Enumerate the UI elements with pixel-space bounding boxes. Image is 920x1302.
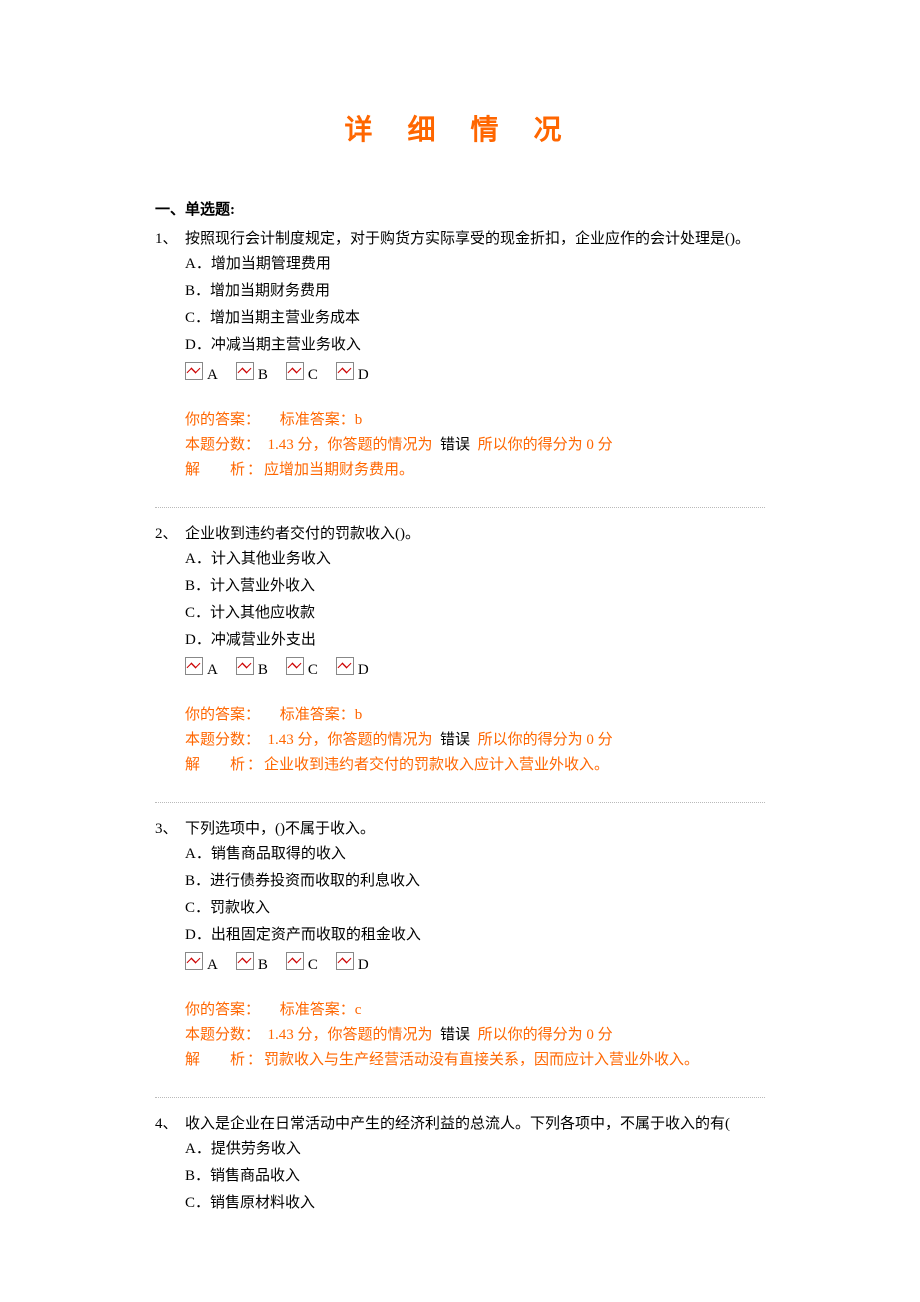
option-b: B．增加当期财务费用 bbox=[185, 279, 765, 300]
choice-c[interactable]: C bbox=[286, 952, 318, 970]
result-value: 错误 bbox=[440, 1027, 470, 1043]
choice-row: A B C D bbox=[185, 362, 765, 380]
points-value: 1.43 bbox=[268, 437, 294, 453]
section-heading: 一、单选题: bbox=[155, 198, 765, 219]
option-a: A．提供劳务收入 bbox=[185, 1137, 765, 1158]
std-answer-label: 标准答案： bbox=[280, 412, 355, 428]
score-prefix-label: 本题分数： bbox=[185, 1027, 260, 1043]
choice-d[interactable]: D bbox=[336, 657, 369, 675]
broken-image-icon bbox=[286, 657, 304, 675]
broken-image-icon bbox=[185, 362, 203, 380]
choice-b[interactable]: B bbox=[236, 952, 268, 970]
std-answer-value: b bbox=[355, 412, 363, 428]
result-value: 错误 bbox=[440, 732, 470, 748]
your-answer-label: 你的答案： bbox=[185, 412, 260, 428]
broken-image-icon bbox=[286, 952, 304, 970]
analysis-text: 企业收到违约者交付的罚款收入应计入营业外收入。 bbox=[264, 757, 609, 773]
option-a: A．增加当期管理费用 bbox=[185, 252, 765, 273]
broken-image-icon bbox=[185, 952, 203, 970]
choice-b[interactable]: B bbox=[236, 657, 268, 675]
choice-a[interactable]: A bbox=[185, 657, 218, 675]
question-3: 3、 下列选项中，()不属于收入。 A．销售商品取得的收入 B．进行债券投资而收… bbox=[155, 817, 765, 1098]
question-1: 1、 按照现行会计制度规定，对于购货方实际享受的现金折扣，企业应作的会计处理是(… bbox=[155, 227, 765, 508]
choice-row: A B C D bbox=[185, 952, 765, 970]
question-number: 1、 bbox=[155, 227, 185, 248]
option-c: C．增加当期主营业务成本 bbox=[185, 306, 765, 327]
option-b: B．计入营业外收入 bbox=[185, 574, 765, 595]
feedback-block: 你的答案： 标准答案：b 本题分数： 1.43 分，你答题的情况为 错误 所以你… bbox=[185, 408, 765, 479]
choice-c[interactable]: C bbox=[286, 657, 318, 675]
analysis-text: 应增加当期财务费用。 bbox=[264, 462, 414, 478]
points-value: 1.43 bbox=[268, 732, 294, 748]
choice-a[interactable]: A bbox=[185, 952, 218, 970]
question-stem: 按照现行会计制度规定，对于购货方实际享受的现金折扣，企业应作的会计处理是()。 bbox=[185, 227, 765, 248]
option-a: A．计入其他业务收入 bbox=[185, 547, 765, 568]
option-c: C．销售原材料收入 bbox=[185, 1191, 765, 1212]
question-4: 4、 收入是企业在日常活动中产生的经济利益的总流人。下列各项中，不属于收入的有(… bbox=[155, 1112, 765, 1218]
std-answer-value: c bbox=[355, 1002, 362, 1018]
points-value: 1.43 bbox=[268, 1027, 294, 1043]
analysis-text: 罚款收入与生产经营活动没有直接关系，因而应计入营业外收入。 bbox=[264, 1052, 699, 1068]
option-d: D．冲减当期主营业务收入 bbox=[185, 333, 765, 354]
option-a: A．销售商品取得的收入 bbox=[185, 842, 765, 863]
option-b: B．进行债券投资而收取的利息收入 bbox=[185, 869, 765, 890]
broken-image-icon bbox=[236, 952, 254, 970]
earned-value: 0 bbox=[586, 732, 594, 748]
analysis-label-part1: 解 bbox=[185, 462, 202, 478]
question-stem: 下列选项中，()不属于收入。 bbox=[185, 817, 765, 838]
option-c: C．罚款收入 bbox=[185, 896, 765, 917]
question-2: 2、 企业收到违约者交付的罚款收入()。 A．计入其他业务收入 B．计入营业外收… bbox=[155, 522, 765, 803]
your-answer-label: 你的答案： bbox=[185, 707, 260, 723]
std-answer-value: b bbox=[355, 707, 363, 723]
result-value: 错误 bbox=[440, 437, 470, 453]
choice-b[interactable]: B bbox=[236, 362, 268, 380]
analysis-label-part2: 析： bbox=[230, 462, 264, 478]
std-answer-label: 标准答案： bbox=[280, 707, 355, 723]
score-prefix-label: 本题分数： bbox=[185, 437, 260, 453]
page-title: 详 细 情 况 bbox=[155, 108, 765, 148]
feedback-block: 你的答案： 标准答案：c 本题分数： 1.43 分，你答题的情况为 错误 所以你… bbox=[185, 998, 765, 1069]
broken-image-icon bbox=[236, 657, 254, 675]
question-stem: 企业收到违约者交付的罚款收入()。 bbox=[185, 522, 765, 543]
question-number: 2、 bbox=[155, 522, 185, 543]
broken-image-icon bbox=[185, 657, 203, 675]
broken-image-icon bbox=[336, 362, 354, 380]
choice-c[interactable]: C bbox=[286, 362, 318, 380]
earned-value: 0 bbox=[586, 1027, 594, 1043]
broken-image-icon bbox=[336, 952, 354, 970]
your-answer-label: 你的答案： bbox=[185, 1002, 260, 1018]
broken-image-icon bbox=[236, 362, 254, 380]
question-stem: 收入是企业在日常活动中产生的经济利益的总流人。下列各项中，不属于收入的有( bbox=[185, 1112, 765, 1133]
option-d: D．冲减营业外支出 bbox=[185, 628, 765, 649]
std-answer-label: 标准答案： bbox=[280, 1002, 355, 1018]
score-prefix-label: 本题分数： bbox=[185, 732, 260, 748]
choice-d[interactable]: D bbox=[336, 952, 369, 970]
option-c: C．计入其他应收款 bbox=[185, 601, 765, 622]
choice-d[interactable]: D bbox=[336, 362, 369, 380]
question-number: 3、 bbox=[155, 817, 185, 838]
broken-image-icon bbox=[336, 657, 354, 675]
option-d: D．出租固定资产而收取的租金收入 bbox=[185, 923, 765, 944]
option-b: B．销售商品收入 bbox=[185, 1164, 765, 1185]
choice-a[interactable]: A bbox=[185, 362, 218, 380]
broken-image-icon bbox=[286, 362, 304, 380]
feedback-block: 你的答案： 标准答案：b 本题分数： 1.43 分，你答题的情况为 错误 所以你… bbox=[185, 703, 765, 774]
earned-value: 0 bbox=[586, 437, 594, 453]
page: 详 细 情 况 一、单选题: 1、 按照现行会计制度规定，对于购货方实际享受的现… bbox=[0, 0, 920, 1302]
question-number: 4、 bbox=[155, 1112, 185, 1133]
choice-row: A B C D bbox=[185, 657, 765, 675]
